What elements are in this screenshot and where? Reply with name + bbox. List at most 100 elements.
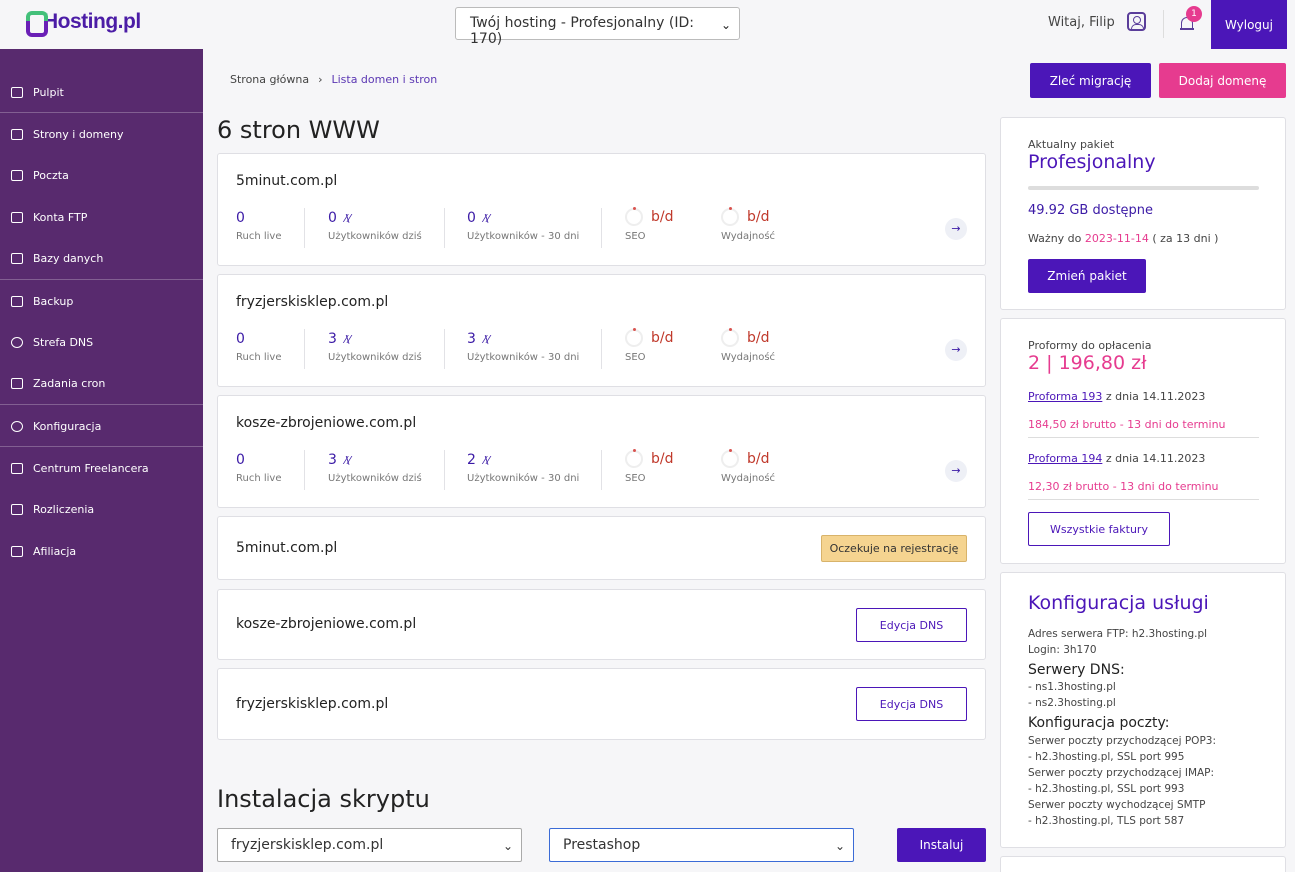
package-card: Aktualny pakiet Profesjonalny 49.92 GB d… [1000, 117, 1286, 310]
sidebar-item-strony[interactable]: Strony i domeny [0, 124, 203, 144]
ftp-server: Adres serwera FTP: h2.3hosting.pl [1028, 628, 1208, 640]
divider [1028, 499, 1259, 500]
gauge-icon [625, 207, 643, 226]
stat-live: 0 Ruch live [236, 331, 282, 363]
sidebar-item-label: Bazy danych [33, 251, 104, 265]
invoice-link[interactable]: Proforma 193 [1028, 390, 1102, 403]
sidebar-divider [0, 112, 203, 113]
database-icon [11, 252, 23, 264]
sidebar-item-ftp[interactable]: Konta FTP [0, 207, 203, 227]
backup-icon [11, 295, 23, 307]
user-icon[interactable] [1127, 12, 1146, 31]
sidebar-item-label: Centrum Freelancera [33, 461, 149, 475]
invoice-link[interactable]: Proforma 194 [1028, 452, 1102, 465]
login: Login: 3h170 [1028, 644, 1097, 656]
sidebar-item-label: Konfiguracja [33, 419, 102, 433]
storage-available: 49.92 GB dostępne [1028, 203, 1154, 218]
hosting-select[interactable]: Twój hosting - Profesjonalny (ID: 170) ⌄ [455, 7, 740, 47]
gauge-icon [721, 328, 739, 347]
script-select-value: Prestashop [563, 837, 641, 853]
gauge-icon [721, 207, 739, 226]
stat-divider [304, 329, 305, 369]
sidebar: Pulpit Strony i domeny Poczta Konta FTP … [0, 49, 203, 872]
storage-bar [1028, 186, 1259, 190]
sidebar-item-poczta[interactable]: Poczta [0, 165, 203, 185]
arrow-right-icon[interactable]: → [945, 339, 967, 361]
edit-dns-button[interactable]: Edycja DNS [856, 687, 967, 721]
chevron-down-icon: ⌄ [502, 839, 513, 853]
trend-icon: ⁄\⁄ [483, 332, 489, 346]
arrow-right-icon[interactable]: → [945, 218, 967, 240]
site-domain[interactable]: kosze-zbrojeniowe.com.pl [236, 415, 416, 431]
header-divider [1163, 10, 1164, 38]
dns-title: Serwery DNS: [1028, 662, 1125, 678]
stat-divider [304, 450, 305, 490]
site-domain[interactable]: 5minut.com.pl [236, 173, 337, 189]
sidebar-item-label: Strefa DNS [33, 335, 94, 349]
sidebar-item-label: Konta FTP [33, 210, 88, 224]
domain-card: kosze-zbrojeniowe.com.pl Edycja DNS [217, 589, 986, 660]
sidebar-item-label: Pulpit [33, 85, 64, 99]
sidebar-item-freelancer[interactable]: Centrum Freelancera [0, 458, 203, 478]
install-button[interactable]: Instaluj [897, 828, 986, 862]
dns-server: - ns1.3hosting.pl [1028, 681, 1116, 693]
mail-title: Konfiguracja poczty: [1028, 715, 1170, 731]
logo[interactable]: Hosting.pl [26, 10, 141, 37]
stat-divider [601, 208, 602, 248]
edit-dns-button[interactable]: Edycja DNS [856, 608, 967, 642]
breadcrumb-home[interactable]: Strona główna [230, 73, 309, 86]
imap-label: Serwer poczty przychodzącej IMAP: [1028, 767, 1215, 779]
affiliate-icon [11, 545, 23, 557]
sidebar-item-label: Poczta [33, 168, 69, 182]
domain-card: fryzjerskisklep.com.pl Edycja DNS [217, 668, 986, 740]
smtp-server: - h2.3hosting.pl, TLS port 587 [1028, 815, 1185, 827]
status-badge: Oczekuje na rejestrację [821, 535, 967, 562]
sidebar-item-pulpit[interactable]: Pulpit [0, 82, 203, 102]
invoice-due: 184,50 zł brutto - 13 dni do terminu [1028, 418, 1226, 431]
domain-select[interactable]: fryzjerskisklep.com.pl ⌄ [217, 828, 522, 862]
script-select[interactable]: Prestashop ⌄ [549, 828, 854, 862]
all-invoices-button[interactable]: Wszystkie faktury [1028, 512, 1170, 546]
sidebar-item-rozliczenia[interactable]: Rozliczenia [0, 499, 203, 519]
sidebar-item-backup[interactable]: Backup [0, 291, 203, 311]
mail-icon [11, 169, 23, 181]
stat-today: 3 ⁄\⁄ Użytkowników dziś [328, 452, 422, 484]
sidebar-item-label: Afiliacja [33, 544, 77, 558]
greeting: Witaj, Filip [1048, 15, 1115, 30]
notification-badge: 1 [1186, 6, 1202, 22]
logo-text: Hosting.pl [43, 10, 141, 33]
stat-seo: b/d SEO [625, 328, 674, 363]
arrow-right-icon[interactable]: → [945, 460, 967, 482]
invoice-icon [11, 503, 23, 515]
logo-icon [26, 11, 48, 37]
stat-divider [444, 329, 445, 369]
domain-select-value: fryzjerskisklep.com.pl [231, 837, 384, 853]
logout-button[interactable]: Wyloguj [1211, 0, 1287, 49]
install-title: Instalacja skryptu [217, 785, 430, 813]
stat-perf: b/d Wydajność [721, 207, 776, 242]
change-package-button[interactable]: Zmień pakiet [1028, 259, 1146, 293]
sidebar-item-bazy[interactable]: Bazy danych [0, 248, 203, 268]
freelancer-icon [11, 462, 23, 474]
imap-server: - h2.3hosting.pl, SSL port 993 [1028, 783, 1185, 795]
sidebar-item-dns[interactable]: Strefa DNS [0, 332, 203, 352]
migrate-button[interactable]: Zleć migrację [1030, 63, 1151, 98]
site-domain[interactable]: fryzjerskisklep.com.pl [236, 294, 388, 310]
stat-divider [444, 208, 445, 248]
stat-perf: b/d Wydajność [721, 328, 776, 363]
breadcrumb-current[interactable]: Lista domen i stron [331, 73, 437, 86]
sidebar-item-afiliacja[interactable]: Afiliacja [0, 541, 203, 561]
sidebar-item-cron[interactable]: Zadania cron [0, 373, 203, 393]
stat-month: 0 ⁄\⁄ Użytkowników - 30 dni [467, 210, 580, 242]
gauge-icon [625, 328, 643, 347]
hosting-select-value: Twój hosting - Profesjonalny (ID: 170) [470, 15, 694, 47]
stat-perf: b/d Wydajność [721, 449, 776, 484]
add-domain-button[interactable]: Dodaj domenę [1159, 63, 1286, 98]
trend-icon: ⁄\⁄ [483, 453, 489, 467]
invoice-item: Proforma 194 z dnia 14.11.2023 [1028, 452, 1206, 465]
domain-name: fryzjerskisklep.com.pl [236, 696, 389, 712]
sidebar-divider [0, 404, 203, 405]
config-title: Konfiguracja usługi [1028, 592, 1209, 614]
sidebar-item-konfiguracja[interactable]: Konfiguracja [0, 416, 203, 436]
smtp-label: Serwer poczty wychodzącej SMTP [1028, 799, 1206, 811]
